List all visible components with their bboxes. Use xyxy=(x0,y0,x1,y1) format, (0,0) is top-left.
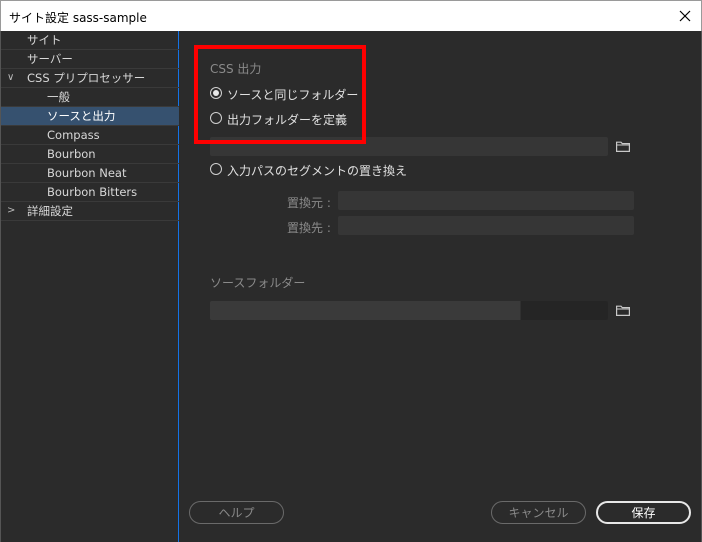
sidebar-item-general[interactable]: 一般 xyxy=(1,88,179,107)
folder-icon[interactable] xyxy=(616,305,630,316)
source-folder-label: ソースフォルダー xyxy=(210,276,306,290)
sidebar-item-server[interactable]: サーバー xyxy=(1,50,179,69)
replace-from-label: 置換元 : xyxy=(287,196,331,210)
source-folder-input[interactable] xyxy=(210,301,608,320)
sidebar-item-bourbon-neat[interactable]: Bourbon Neat xyxy=(1,164,179,183)
radio-label-same-as-source: ソースと同じフォルダー xyxy=(227,88,359,102)
sidebar-item-label: 一般 xyxy=(47,90,70,104)
sidebar-item-label: Compass xyxy=(47,128,100,142)
chevron-right-icon[interactable]: > xyxy=(7,202,15,220)
radio-define-output-folder[interactable] xyxy=(210,112,222,124)
sidebar: サイト サーバー ∨ CSS プリプロセッサー 一般 ソースと出力 Compas… xyxy=(0,31,179,542)
folder-icon[interactable] xyxy=(616,141,630,152)
sidebar-item-label: Bourbon Bitters xyxy=(47,185,138,199)
replace-from-input[interactable] xyxy=(338,191,634,210)
sidebar-item-label: Bourbon Neat xyxy=(47,166,127,180)
help-button[interactable]: ヘルプ xyxy=(189,501,284,524)
sidebar-item-label: CSS プリプロセッサー xyxy=(27,71,146,85)
radio-same-as-source[interactable] xyxy=(210,87,222,99)
sidebar-item-bourbon-bitters[interactable]: Bourbon Bitters xyxy=(1,183,179,202)
sidebar-item-label: ソースと出力 xyxy=(47,109,116,123)
cancel-button[interactable]: キャンセル xyxy=(491,501,586,524)
main-panel: CSS 出力 ソースと同じフォルダー 出力フォルダーを定義 入力パスのセグメント… xyxy=(180,31,702,542)
close-button[interactable] xyxy=(669,1,701,31)
replace-to-input[interactable] xyxy=(338,216,634,235)
sidebar-item-source-output[interactable]: ソースと出力 xyxy=(1,107,179,126)
radio-label-replace-segment: 入力パスのセグメントの置き換え xyxy=(227,164,408,178)
sidebar-item-label: サーバー xyxy=(27,52,73,66)
sidebar-item-site[interactable]: サイト xyxy=(1,31,179,50)
window-title: サイト設定 sass-sample xyxy=(9,11,147,25)
sidebar-item-label: Bourbon xyxy=(47,147,96,161)
output-folder-input[interactable] xyxy=(210,137,608,156)
save-button[interactable]: 保存 xyxy=(596,501,691,524)
sidebar-item-label: サイト xyxy=(27,33,62,47)
sidebar-item-bourbon[interactable]: Bourbon xyxy=(1,145,179,164)
title-bar: サイト設定 sass-sample xyxy=(0,0,702,31)
close-icon xyxy=(679,10,691,22)
sidebar-item-label: 詳細設定 xyxy=(27,204,73,218)
radio-replace-segment[interactable] xyxy=(210,163,222,175)
replace-to-label: 置換先 : xyxy=(287,221,331,235)
sidebar-item-css-preprocessor[interactable]: ∨ CSS プリプロセッサー xyxy=(1,69,179,88)
radio-label-define-output-folder: 出力フォルダーを定義 xyxy=(227,113,348,127)
css-output-heading: CSS 出力 xyxy=(210,62,262,76)
chevron-down-icon[interactable]: ∨ xyxy=(7,69,14,87)
sidebar-item-compass[interactable]: Compass xyxy=(1,126,179,145)
sidebar-item-advanced[interactable]: > 詳細設定 xyxy=(1,202,179,221)
